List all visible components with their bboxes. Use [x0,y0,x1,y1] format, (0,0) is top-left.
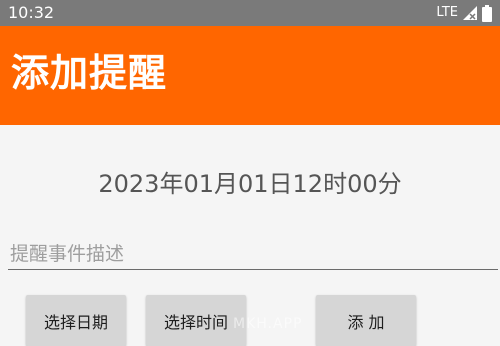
status-bar: 10:32 LTE [0,0,500,26]
signal-icon [462,5,478,21]
status-indicators: LTE [436,3,492,23]
add-button[interactable]: 添 加 [316,295,416,346]
select-date-button[interactable]: 选择日期 [26,295,126,346]
event-description-input[interactable] [8,238,498,270]
network-type-label: LTE [436,5,458,20]
page-title: 添加提醒 [11,51,168,95]
status-time: 10:32 [8,3,55,22]
watermark: MKH.APP [233,316,303,332]
battery-icon [482,4,492,22]
select-time-button[interactable]: 选择时间 [146,295,246,346]
app-bar: 添加提醒 [0,26,500,125]
selected-datetime: 2023年01月01日12时00分 [98,170,402,198]
